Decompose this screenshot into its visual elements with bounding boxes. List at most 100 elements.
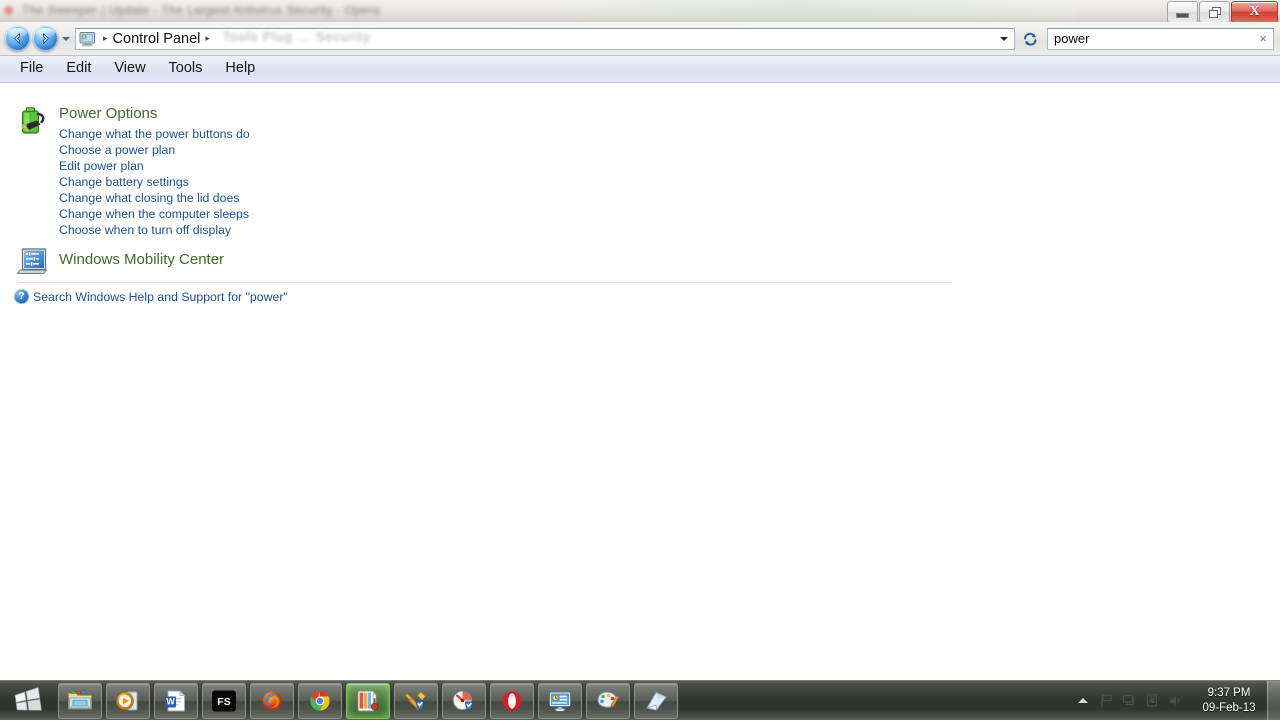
link-edit-power-plan[interactable]: Edit power plan — [59, 158, 956, 174]
taskbar-items: W FS — [58, 682, 682, 720]
group-title-power-options[interactable]: Power Options — [59, 104, 157, 124]
breadcrumb-separator-icon: ▸ — [103, 33, 108, 43]
system-tray: 9:37 PM 09-Feb-13 — [1069, 680, 1280, 721]
back-button[interactable] — [5, 26, 30, 51]
link-change-battery-settings[interactable]: Change battery settings — [59, 174, 956, 190]
power-plug-icon[interactable] — [1144, 693, 1160, 709]
chevron-down-icon-address — [1000, 36, 1008, 41]
clock-date: 09-Feb-13 — [1202, 701, 1256, 714]
taskbar-item-windows-explorer[interactable] — [58, 682, 102, 719]
close-button[interactable]: X — [1231, 1, 1278, 22]
taskbar-item-opera-browser[interactable] — [490, 682, 534, 719]
minimize-icon — [1176, 13, 1189, 18]
show-desktop-button[interactable] — [1267, 680, 1280, 721]
taskbar-item-microsoft-word[interactable]: W — [154, 682, 198, 719]
menu-edit[interactable]: Edit — [56, 59, 104, 79]
opera-icon — [503, 690, 521, 711]
action-center-flag-icon[interactable] — [1098, 693, 1114, 709]
search-input[interactable]: power — [1054, 31, 1257, 46]
result-group-power-options: Power Options Change what the power butt… — [16, 104, 956, 238]
link-change-lid-action[interactable]: Change what closing the lid does — [59, 190, 956, 206]
volume-icon[interactable] — [1167, 693, 1183, 709]
clock[interactable]: 9:37 PM 09-Feb-13 — [1191, 686, 1267, 716]
link-change-power-buttons[interactable]: Change what the power buttons do — [59, 126, 956, 142]
help-icon: ? — [14, 289, 29, 304]
navigation-bar: ▸ Control Panel ▸ Tools Plug ... Securit… — [0, 22, 1280, 55]
menu-view[interactable]: View — [104, 59, 158, 79]
minimize-button[interactable] — [1167, 1, 1198, 22]
taskbar-item-tools-security[interactable] — [394, 682, 438, 719]
forward-arrow-icon — [43, 33, 49, 44]
firefox-icon — [262, 691, 282, 710]
result-title-windows-mobility-center[interactable]: Windows Mobility Center — [59, 250, 224, 270]
help-search-link[interactable]: ? Search Windows Help and Support for "p… — [14, 289, 288, 304]
taskbar-item-paint[interactable] — [586, 682, 630, 719]
control-panel-taskbar-icon — [549, 691, 571, 712]
control-panel-icon — [79, 31, 96, 47]
taskbar-item-fs-app[interactable]: FS — [202, 682, 246, 719]
address-bar[interactable]: ▸ Control Panel ▸ Tools Plug ... Securit… — [75, 27, 1015, 50]
window-controls: X — [1166, 1, 1278, 22]
breadcrumb-ghost-region: Tools Plug ... Security — [215, 30, 996, 48]
search-results-area: Power Options Change what the power butt… — [0, 84, 1280, 690]
network-icon[interactable] — [1121, 693, 1137, 709]
chevron-down-icon — [62, 36, 70, 41]
results-divider — [18, 282, 952, 283]
refresh-button[interactable] — [1018, 28, 1042, 50]
clock-time: 9:37 PM — [1207, 686, 1251, 699]
menu-file[interactable]: File — [10, 59, 56, 79]
background-window-titlebar: The Sweeper | Update - The Largest Antiv… — [0, 0, 1280, 22]
desktop-screen: The Sweeper | Update - The Largest Antiv… — [0, 0, 1280, 721]
link-turn-off-display[interactable]: Choose when to turn off display — [59, 222, 956, 238]
link-choose-power-plan[interactable]: Choose a power plan — [59, 142, 956, 158]
link-change-sleep-time[interactable]: Change when the computer sleeps — [59, 206, 956, 222]
restore-icon — [1209, 7, 1221, 18]
restore-button[interactable] — [1199, 1, 1230, 22]
chrome-icon — [310, 691, 330, 710]
word-document-icon: W — [165, 689, 186, 711]
taskbar-item-windows-media-player[interactable] — [106, 682, 150, 719]
taskbar: W FS 9:37 PM 09-Feb-13 — [0, 680, 1280, 721]
background-window-haze — [560, 0, 1080, 22]
menu-help[interactable]: Help — [215, 59, 268, 79]
help-search-label[interactable]: Search Windows Help and Support for "pow… — [33, 290, 288, 304]
windows-logo-icon — [14, 686, 42, 711]
start-button[interactable] — [2, 682, 54, 720]
fs-app-icon: FS — [212, 690, 236, 711]
taskbar-item-notepad[interactable] — [634, 682, 678, 719]
paint-palette-icon — [597, 690, 620, 708]
laptop-sliders-icon — [16, 243, 50, 277]
show-hidden-icons-button[interactable] — [1075, 693, 1091, 709]
refresh-icon — [1023, 32, 1037, 46]
breadcrumb-ghost-text: Tools Plug ... Security — [222, 29, 371, 44]
thermometer-monitor-icon — [357, 690, 379, 711]
taskbar-item-system-monitor[interactable] — [346, 682, 390, 719]
search-box[interactable]: power × — [1047, 27, 1274, 50]
media-player-icon — [116, 691, 138, 710]
address-dropdown-button[interactable] — [996, 29, 1012, 49]
breadcrumb-control-panel[interactable]: Control Panel — [113, 31, 201, 47]
svg-text:W: W — [166, 696, 175, 706]
taskbar-item-control-panel[interactable] — [538, 682, 582, 719]
battery-plug-icon — [16, 105, 50, 139]
menu-bar: File Edit View Tools Help — [0, 55, 1280, 83]
background-window-title: The Sweeper | Update - The Largest Antiv… — [22, 3, 381, 17]
taskbar-item-speed-gauge[interactable] — [442, 682, 486, 719]
taskbar-item-mozilla-firefox[interactable] — [250, 682, 294, 719]
menu-tools[interactable]: Tools — [159, 59, 216, 79]
notepad-icon — [645, 691, 667, 711]
taskbar-item-google-chrome[interactable] — [298, 682, 342, 719]
background-window-icon — [4, 6, 13, 15]
chevron-up-icon — [1078, 698, 1088, 703]
result-item-windows-mobility-center[interactable]: Windows Mobility Center — [16, 242, 224, 277]
svg-text:FS: FS — [217, 696, 230, 708]
clear-search-icon[interactable]: × — [1257, 32, 1269, 45]
speed-gauge-icon — [453, 690, 473, 710]
breadcrumb-separator-icon-2[interactable]: ▸ — [200, 34, 215, 43]
close-icon: X — [1249, 4, 1260, 19]
tools-shield-icon — [404, 690, 427, 711]
tray-icons — [1069, 693, 1191, 709]
recent-pages-button[interactable] — [59, 27, 73, 51]
forward-button[interactable] — [33, 26, 58, 51]
back-arrow-icon — [14, 33, 20, 44]
